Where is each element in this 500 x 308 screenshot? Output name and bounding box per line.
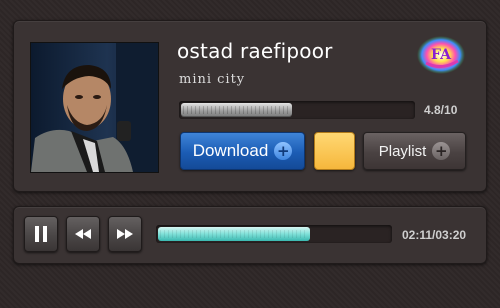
download-button-label: Download <box>192 141 269 160</box>
artist-photo <box>31 43 158 172</box>
logo-text: FA <box>431 47 452 63</box>
track-subtitle: mini city <box>179 72 246 87</box>
pause-icon <box>35 226 47 242</box>
rating-bar <box>179 101 415 119</box>
playback-time: 02:11/03:20 <box>402 228 467 242</box>
player-controls-panel: 02:11/03:20 <box>13 206 487 264</box>
rewind-button[interactable] <box>66 216 100 252</box>
track-title: ostad raefipoor <box>177 39 333 63</box>
fast-forward-icon <box>117 229 133 239</box>
plus-circle-icon: + <box>432 142 451 160</box>
playback-progress-fill <box>158 227 310 241</box>
playlist-button[interactable]: Playlist + <box>363 132 466 170</box>
rewind-icon <box>75 229 91 239</box>
rating-bar-fill <box>181 103 292 117</box>
playlist-button-label: Playlist <box>378 142 427 160</box>
download-button[interactable]: Download + <box>180 132 305 170</box>
playback-progress-bar[interactable] <box>156 225 392 243</box>
color-swatch-button[interactable] <box>314 132 355 170</box>
pause-button[interactable] <box>24 216 58 252</box>
track-info-panel: ostad raefipoor mini city FA 4.8/10 Down… <box>13 20 487 192</box>
fa-logo: FA <box>416 35 466 75</box>
plus-circle-icon: + <box>274 142 293 160</box>
rating-text: 4.8/10 <box>424 103 458 117</box>
fast-forward-button[interactable] <box>108 216 142 252</box>
